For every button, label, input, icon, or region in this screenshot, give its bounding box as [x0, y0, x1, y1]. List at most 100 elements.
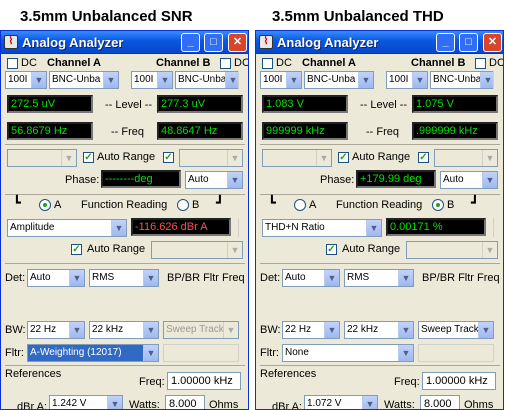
scrollbar[interactable]: [493, 218, 502, 237]
dc-b-label: DC: [489, 57, 504, 69]
dc-a-checkbox[interactable]: [262, 58, 273, 69]
rms-select[interactable]: RMS ▼: [89, 269, 159, 287]
function-range-select[interactable]: ▼: [406, 241, 498, 259]
level-a-display: 1.083 V: [262, 95, 348, 113]
dc-b-checkbox[interactable]: [220, 58, 231, 69]
function-auto-range-checkbox[interactable]: ✓: [326, 244, 337, 255]
level-a-display: 272.5 uV: [7, 95, 93, 113]
divider: [260, 365, 500, 366]
phase-mode-select[interactable]: Auto ▼: [440, 171, 498, 189]
function-auto-range-label: Auto Range: [87, 243, 146, 255]
bracket-right-icon: ┛: [471, 195, 479, 210]
bpbr-select[interactable]: Sweep Track ▼: [163, 321, 239, 339]
range-b-select[interactable]: 100I ▼: [131, 71, 173, 89]
auto-range-b-checkbox[interactable]: ✓: [418, 152, 429, 163]
dbra-select[interactable]: 1.242 V ▼: [49, 395, 123, 409]
auto-range-select[interactable]: ▼: [7, 149, 77, 167]
chevron-down-icon: ▼: [143, 322, 158, 338]
dc-a-checkbox[interactable]: [7, 58, 18, 69]
dbra-select[interactable]: 1.072 V ▼: [304, 395, 378, 409]
chevron-down-icon: ▼: [398, 322, 413, 338]
freq-b-display: .999999 kHz: [412, 122, 498, 140]
input-a-select[interactable]: BNC-Unba ▼: [49, 71, 119, 89]
rms-select[interactable]: RMS ▼: [344, 269, 414, 287]
bracket-right-icon: ┛: [216, 195, 224, 210]
fltr-label: Fltr:: [260, 347, 279, 359]
auto-range-a-checkbox[interactable]: ✓: [338, 152, 349, 163]
divider: [5, 263, 245, 264]
chevron-down-icon: ▼: [366, 220, 381, 236]
phase-mode-value: Auto: [443, 174, 464, 185]
auto-range-b-checkbox[interactable]: ✓: [163, 152, 174, 163]
range-b-select[interactable]: 100I ▼: [386, 71, 428, 89]
filter-value: None: [285, 347, 309, 358]
function-range-select[interactable]: ▼: [151, 241, 243, 259]
input-b-select[interactable]: BNC-Unba ▼: [430, 71, 496, 89]
divider: [5, 144, 245, 145]
dc-b-label: DC: [234, 57, 249, 69]
det-value: Auto: [30, 272, 51, 283]
app-icon: ⌇: [259, 35, 273, 49]
filter-select[interactable]: A-Weighting (12017) ▼: [27, 344, 159, 362]
range-b-value: 100I: [134, 74, 154, 85]
phase-mode-select[interactable]: Auto ▼: [185, 171, 243, 189]
watts-field[interactable]: 8.000: [420, 395, 460, 409]
function-value: THD+N Ratio: [265, 222, 325, 233]
radio-a[interactable]: [294, 199, 306, 211]
divider: [5, 365, 245, 366]
det-select[interactable]: Auto ▼: [282, 269, 340, 287]
radio-b[interactable]: [432, 199, 444, 211]
minimize-button[interactable]: _: [181, 33, 200, 52]
close-button[interactable]: ✕: [228, 33, 247, 52]
divider: [260, 263, 500, 264]
bw-low-select[interactable]: 22 Hz ▼: [27, 321, 85, 339]
freq-ref-field[interactable]: 1.00000 kHz: [167, 372, 241, 390]
function-value: Amplitude: [10, 222, 55, 233]
title-bar[interactable]: ⌇ Analog Analyzer _ □ ✕: [1, 31, 248, 54]
scrollbar[interactable]: [238, 71, 247, 89]
range-b-value: 100I: [389, 74, 409, 85]
freq-ref-field[interactable]: 1.00000 kHz: [422, 372, 496, 390]
maximize-button[interactable]: □: [459, 33, 478, 52]
minimize-button[interactable]: _: [436, 33, 455, 52]
radio-b[interactable]: [177, 199, 189, 211]
bw-high-select[interactable]: 22 kHz ▼: [89, 321, 159, 339]
input-a-select[interactable]: BNC-Unba ▼: [304, 71, 374, 89]
phase-display: +179.99 deg: [356, 170, 436, 188]
range-a-select[interactable]: 100I ▼: [260, 71, 302, 89]
chevron-down-icon: ▼: [143, 270, 158, 286]
auto-range-select[interactable]: ▼: [262, 149, 332, 167]
det-select[interactable]: Auto ▼: [27, 269, 85, 287]
phase-label: Phase:: [65, 174, 100, 186]
function-reading-label: Function Reading: [336, 199, 423, 211]
function-select[interactable]: THD+N Ratio ▼: [262, 219, 382, 237]
maximize-button[interactable]: □: [204, 33, 223, 52]
dc-b-checkbox[interactable]: [475, 58, 486, 69]
watts-field[interactable]: 8.000: [165, 395, 205, 409]
title-bar[interactable]: ⌇ Analog Analyzer _ □ ✕: [256, 31, 503, 54]
bw-low-select[interactable]: 22 Hz ▼: [282, 321, 340, 339]
auto-range-b-select[interactable]: ▼: [434, 149, 498, 167]
function-select[interactable]: Amplitude ▼: [7, 219, 127, 237]
bw-high-select[interactable]: 22 kHz ▼: [344, 321, 414, 339]
freq-label: -- Freq: [111, 126, 144, 138]
radio-b-label: B: [447, 199, 455, 211]
function-auto-range-checkbox[interactable]: ✓: [71, 244, 82, 255]
close-button[interactable]: ✕: [483, 33, 502, 52]
divider: [260, 194, 500, 195]
radio-a[interactable]: [39, 199, 51, 211]
scrollbar[interactable]: [493, 71, 502, 89]
auto-range-b-select[interactable]: ▼: [179, 149, 243, 167]
auto-range-a-checkbox[interactable]: ✓: [83, 152, 94, 163]
bpbr-select[interactable]: Sweep Track ▼: [418, 321, 494, 339]
dbra-label: dBr A:: [272, 401, 302, 410]
range-a-select[interactable]: 100I ▼: [5, 71, 47, 89]
freq-ref-label: Freq:: [139, 376, 165, 388]
input-b-select[interactable]: BNC-Unba ▼: [175, 71, 241, 89]
bw-high-value: 22 kHz: [92, 324, 124, 335]
chevron-down-icon: ▼: [69, 270, 84, 286]
bracket-left-icon: ┗: [268, 195, 276, 210]
scrollbar[interactable]: [238, 218, 247, 237]
radio-a-label: A: [309, 199, 317, 211]
filter-select[interactable]: None ▼: [282, 344, 414, 362]
